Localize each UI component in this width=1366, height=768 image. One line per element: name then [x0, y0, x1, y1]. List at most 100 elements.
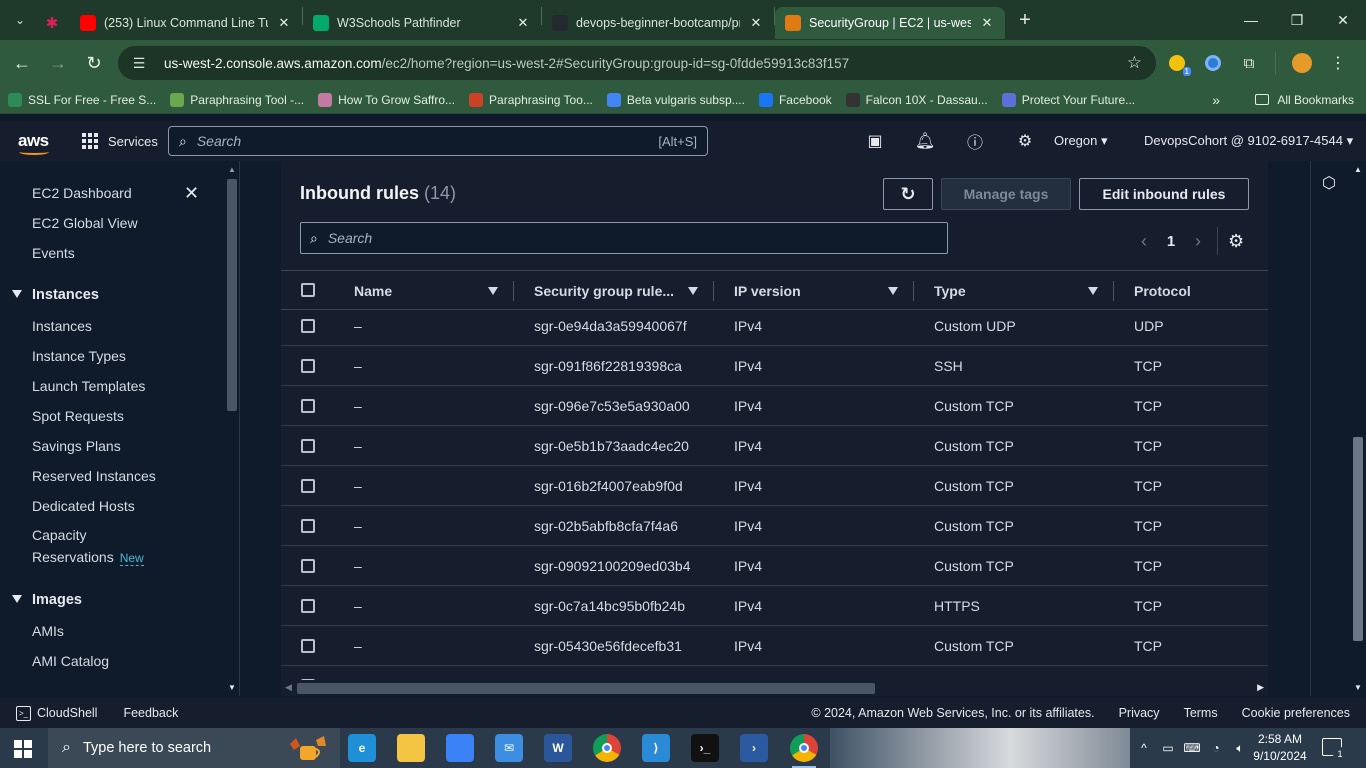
sidebar-item-capacity-reservations[interactable]: Capacity Reservations New: [32, 527, 144, 566]
hexagon-info-icon[interactable]: ⬡: [1322, 173, 1336, 193]
more-bookmarks-icon[interactable]: »: [1212, 92, 1220, 108]
browser-tab[interactable]: SecurityGroup | EC2 | us-west-2 ✕: [775, 7, 1005, 39]
bookmark-item[interactable]: Falcon 10X - Dassau...: [845, 92, 988, 107]
edge-icon[interactable]: e: [348, 734, 376, 762]
refresh-button[interactable]: ↻: [883, 178, 933, 210]
terms-link[interactable]: Terms: [1184, 706, 1218, 720]
sidebar-item[interactable]: Spot Requests: [32, 408, 124, 424]
camera-icon[interactable]: ▭: [1156, 741, 1180, 755]
tab-search-button[interactable]: ⌄: [4, 5, 36, 35]
table-row[interactable]: – sgr-0c7a14bc95b0fb24b IPv4 HTTPS TCP: [281, 586, 1268, 626]
table-preferences-gear-icon[interactable]: ⚙: [1228, 231, 1244, 252]
row-checkbox[interactable]: [301, 639, 315, 653]
wifi-icon[interactable]: ◔: [1204, 741, 1228, 755]
back-button[interactable]: ←: [4, 45, 40, 81]
column-header-name[interactable]: Name: [354, 283, 498, 299]
column-header-protocol[interactable]: Protocol: [1134, 283, 1191, 299]
services-menu-button[interactable]: Services: [82, 133, 158, 149]
prev-page-icon[interactable]: ‹: [1131, 231, 1157, 252]
close-tab-icon[interactable]: ✕: [515, 15, 531, 31]
row-checkbox[interactable]: [301, 439, 315, 453]
notifications-bell-icon[interactable]: 🔔︎: [900, 131, 950, 151]
column-header-ip-version[interactable]: IP version: [734, 283, 898, 299]
taskbar-clock[interactable]: 2:58 AM 9/10/2024: [1252, 731, 1308, 765]
profile-avatar-button[interactable]: [1284, 45, 1320, 81]
reload-button[interactable]: ↻: [76, 45, 112, 81]
close-tab-icon[interactable]: ✕: [748, 15, 764, 31]
row-checkbox[interactable]: [301, 519, 315, 533]
row-checkbox[interactable]: [301, 399, 315, 413]
row-checkbox[interactable]: [301, 479, 315, 493]
bookmark-item[interactable]: Facebook: [758, 92, 832, 107]
scroll-down-icon[interactable]: ▼: [1354, 683, 1362, 692]
row-checkbox[interactable]: [301, 359, 315, 373]
vscode-icon[interactable]: ⟩: [642, 734, 670, 762]
sidebar-item[interactable]: Dedicated Hosts: [32, 498, 135, 514]
scroll-up-icon[interactable]: ▲: [228, 165, 236, 174]
sort-caret-icon[interactable]: [688, 287, 698, 295]
bookmark-item[interactable]: Protect Your Future...: [1001, 92, 1135, 107]
sidebar-section-instances[interactable]: Instances: [12, 287, 99, 303]
sidebar-item[interactable]: Instance Types: [32, 348, 126, 364]
edge-extension-button[interactable]: [1195, 45, 1231, 81]
scrollbar-thumb[interactable]: [1353, 437, 1363, 641]
account-menu[interactable]: DevopsCohort @ 9102-6917-4544 ▾: [1144, 133, 1353, 149]
microsoft-store-icon[interactable]: [446, 734, 474, 762]
row-checkbox[interactable]: [301, 599, 315, 613]
sort-caret-icon[interactable]: [488, 287, 498, 295]
sidebar-item[interactable]: AMI Catalog: [32, 653, 109, 669]
close-tab-icon[interactable]: ✕: [276, 15, 292, 31]
sidebar-item[interactable]: Savings Plans: [32, 438, 121, 454]
select-all-checkbox[interactable]: [301, 283, 315, 297]
manage-tags-button[interactable]: Manage tags: [941, 178, 1071, 210]
settings-gear-icon[interactable]: ⚙: [1000, 131, 1050, 151]
cloudshell-icon[interactable]: ▣: [850, 131, 900, 151]
table-row[interactable]: – sgr-096e7c53e5a930a00 IPv4 Custom TCP TCP: [281, 386, 1268, 426]
aws-logo[interactable]: aws: [18, 131, 52, 155]
bookmark-item[interactable]: How To Grow Saffro...: [318, 92, 455, 107]
close-sidebar-icon[interactable]: ✕: [184, 183, 199, 204]
bookmark-item[interactable]: SSL For Free - Free S...: [8, 92, 156, 107]
chrome-active-icon[interactable]: [790, 734, 818, 768]
extensions-menu-button[interactable]: ⧉: [1231, 45, 1267, 81]
column-header-type[interactable]: Type: [934, 283, 1098, 299]
feedback-link[interactable]: Feedback: [123, 706, 178, 720]
sort-caret-icon[interactable]: [1088, 287, 1098, 295]
region-selector[interactable]: Oregon ▾: [1054, 133, 1108, 149]
table-row[interactable]: – sgr-0e94da3a59940067f IPv4 Custom UDP UDP: [281, 306, 1268, 346]
mail-icon[interactable]: ✉: [495, 734, 523, 762]
sidebar-item[interactable]: EC2 Dashboard: [32, 185, 132, 201]
sidebar-item[interactable]: Instances: [32, 318, 92, 334]
column-divider[interactable]: [1113, 281, 1114, 301]
column-divider[interactable]: [713, 281, 714, 301]
next-page-icon[interactable]: ›: [1185, 231, 1211, 252]
sidebar-item[interactable]: Launch Templates: [32, 378, 145, 394]
cloudshell-button[interactable]: >_ CloudShell: [16, 705, 97, 721]
edit-inbound-rules-button[interactable]: Edit inbound rules: [1079, 178, 1249, 210]
windows-start-button[interactable]: [14, 740, 32, 758]
extension-button[interactable]: 1: [1159, 45, 1195, 81]
privacy-link[interactable]: Privacy: [1119, 706, 1160, 720]
close-window-button[interactable]: ✕: [1320, 0, 1366, 40]
chevron-up-icon[interactable]: ^: [1132, 741, 1156, 755]
table-horizontal-scrollbar[interactable]: ◀ ▶: [281, 680, 1268, 696]
scroll-down-icon[interactable]: ▼: [228, 683, 236, 692]
bookmark-item[interactable]: Beta vulgaris subsp....: [606, 92, 745, 107]
keyboard-icon[interactable]: ⌨: [1180, 741, 1204, 755]
file-explorer-icon[interactable]: [397, 734, 425, 762]
chrome-icon[interactable]: [593, 734, 621, 762]
browser-tab[interactable]: (253) Linux Command Line Tuto ✕: [70, 7, 302, 39]
forward-button[interactable]: →: [40, 45, 76, 81]
volume-icon[interactable]: 🔈︎: [1228, 741, 1252, 756]
sidebar-item[interactable]: Events: [32, 245, 75, 261]
table-row[interactable]: – sgr-02b5abfb8cfa7f4a6 IPv4 Custom TCP TCP: [281, 506, 1268, 546]
tab-pinned-slack[interactable]: ✱: [36, 7, 70, 39]
table-row[interactable]: – sgr-09092100209ed03b4 IPv4 Custom TCP TCP: [281, 546, 1268, 586]
scrollbar-thumb[interactable]: [297, 683, 875, 694]
browser-tab[interactable]: devops-beginner-bootcamp/pr ✕: [542, 7, 774, 39]
aws-search-input[interactable]: ⌕ Search [Alt+S]: [168, 126, 708, 156]
new-tab-button[interactable]: +: [1011, 6, 1039, 34]
table-row[interactable]: – sgr-0e5b1b73aadc4ec20 IPv4 Custom TCP TCP: [281, 426, 1268, 466]
sort-caret-icon[interactable]: [888, 287, 898, 295]
minimize-button[interactable]: —: [1228, 0, 1274, 40]
